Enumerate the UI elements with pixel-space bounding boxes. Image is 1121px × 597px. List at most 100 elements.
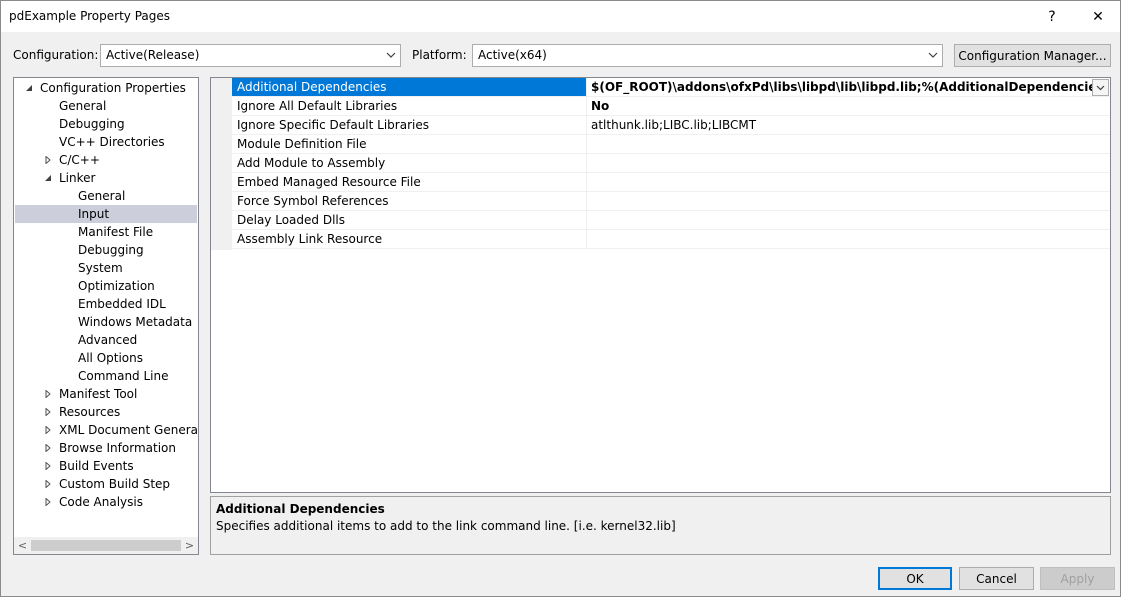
collapsed-arrow-icon[interactable]: [44, 480, 52, 488]
cancel-button[interactable]: Cancel: [959, 567, 1034, 590]
tree-item[interactable]: Linker: [15, 169, 197, 187]
configuration-value: Active(Release): [106, 48, 200, 62]
chevron-down-icon: [928, 52, 938, 58]
property-row[interactable]: Embed Managed Resource File: [232, 173, 1110, 192]
tree-item[interactable]: Browse Information: [15, 439, 197, 457]
tree-item-label: Optimization: [78, 279, 155, 293]
tree-item[interactable]: Input: [15, 205, 197, 223]
close-button[interactable]: ✕: [1075, 1, 1121, 32]
tree-item[interactable]: Debugging: [15, 115, 197, 133]
close-icon: ✕: [1092, 8, 1104, 25]
property-row[interactable]: Ignore All Default Libraries No: [232, 97, 1110, 116]
tree-item[interactable]: Manifest Tool: [15, 385, 197, 403]
collapsed-arrow-icon[interactable]: [44, 498, 52, 506]
grid-gutter: [211, 78, 232, 250]
collapsed-arrow-icon[interactable]: [44, 156, 52, 164]
property-row[interactable]: Module Definition File: [232, 135, 1110, 154]
tree-item[interactable]: System: [15, 259, 197, 277]
chevron-down-icon: [1096, 85, 1105, 91]
property-name: Module Definition File: [232, 135, 587, 153]
property-row[interactable]: Delay Loaded Dlls: [232, 211, 1110, 230]
tree-item-label: Configuration Properties: [40, 81, 186, 95]
property-name: Assembly Link Resource: [232, 230, 587, 248]
platform-value: Active(x64): [478, 48, 547, 62]
property-row[interactable]: Assembly Link Resource: [232, 230, 1110, 249]
property-pages-dialog: pdExample Property Pages ? ✕ Configurati…: [0, 0, 1121, 597]
property-name: Additional Dependencies: [232, 78, 587, 96]
description-title: Additional Dependencies: [216, 502, 385, 516]
tree-item-label: Browse Information: [59, 441, 176, 455]
collapsed-arrow-icon[interactable]: [44, 444, 52, 452]
configuration-label: Configuration:: [13, 48, 99, 62]
tree-item[interactable]: Command Line: [15, 367, 197, 385]
tree-item-label: Code Analysis: [59, 495, 143, 509]
property-row[interactable]: Add Module to Assembly: [232, 154, 1110, 173]
tree-item[interactable]: General: [15, 187, 197, 205]
tree-item-label: Custom Build Step: [59, 477, 171, 491]
tree-item-label: C/C++: [59, 153, 100, 167]
property-row[interactable]: Force Symbol References: [232, 192, 1110, 211]
title-bar[interactable]: pdExample Property Pages ? ✕: [1, 1, 1120, 32]
platform-label: Platform:: [412, 48, 467, 62]
tree-item[interactable]: All Options: [15, 349, 197, 367]
tree-item[interactable]: Advanced: [15, 331, 197, 349]
expanded-arrow-icon[interactable]: [25, 84, 33, 92]
tree-item-label: Resources: [59, 405, 121, 419]
scroll-left-icon[interactable]: <: [14, 539, 31, 552]
configuration-combo[interactable]: Active(Release): [100, 44, 401, 67]
window-title: pdExample Property Pages: [9, 9, 171, 23]
tree-item[interactable]: VC++ Directories: [15, 133, 197, 151]
tree-item[interactable]: Manifest File: [15, 223, 197, 241]
tree-item[interactable]: Custom Build Step: [15, 475, 197, 493]
tree-item[interactable]: Embedded IDL: [15, 295, 197, 313]
property-value[interactable]: No: [587, 97, 1110, 115]
tree-item-label: General: [59, 99, 107, 113]
collapsed-arrow-icon[interactable]: [44, 408, 52, 416]
category-tree: Configuration Properties General Debugging…: [13, 77, 199, 555]
tree-item[interactable]: Debugging: [15, 241, 197, 259]
tree-item-label: System: [78, 261, 123, 275]
property-value[interactable]: atlthunk.lib;LIBC.lib;LIBCMT: [587, 116, 1110, 134]
property-value[interactable]: [587, 192, 1110, 210]
tree-item-label: Input: [78, 207, 110, 221]
tree-item[interactable]: Code Analysis: [15, 493, 197, 511]
tree-horizontal-scrollbar[interactable]: < >: [14, 537, 198, 554]
property-value[interactable]: [587, 135, 1110, 153]
configuration-manager-button[interactable]: Configuration Manager...: [954, 44, 1111, 67]
chevron-down-icon: [386, 52, 396, 58]
collapsed-arrow-icon[interactable]: [44, 426, 52, 434]
help-button[interactable]: ?: [1029, 1, 1075, 32]
property-value[interactable]: [587, 173, 1110, 191]
tree-item-label: Embedded IDL: [78, 297, 166, 311]
tree-item[interactable]: Configuration Properties: [15, 79, 197, 97]
collapsed-arrow-icon[interactable]: [44, 462, 52, 470]
collapsed-arrow-icon[interactable]: [44, 390, 52, 398]
property-value[interactable]: [587, 154, 1110, 172]
apply-button[interactable]: Apply: [1040, 567, 1115, 590]
platform-combo[interactable]: Active(x64): [472, 44, 943, 67]
scroll-right-icon[interactable]: >: [181, 539, 198, 552]
help-icon: ?: [1048, 8, 1056, 25]
property-row[interactable]: Additional Dependencies $(OF_ROOT)\addons…: [232, 78, 1110, 97]
tree-item[interactable]: Resources: [15, 403, 197, 421]
scrollbar-thumb[interactable]: [31, 540, 181, 551]
tree-item-label: Advanced: [78, 333, 138, 347]
tree-item[interactable]: C/C++: [15, 151, 197, 169]
tree-item-label: Build Events: [59, 459, 134, 473]
tree-item-label: Linker: [59, 171, 96, 185]
tree-item-label: All Options: [78, 351, 143, 365]
tree-item[interactable]: XML Document Generator: [15, 421, 199, 439]
property-value[interactable]: [587, 211, 1110, 229]
tree-item-label: XML Document Generator: [59, 423, 199, 437]
property-grid: Additional Dependencies $(OF_ROOT)\addons…: [210, 77, 1111, 493]
tree-item[interactable]: Windows Metadata: [15, 313, 197, 331]
property-value[interactable]: [587, 230, 1110, 248]
tree-item[interactable]: General: [15, 97, 197, 115]
property-value[interactable]: $(OF_ROOT)\addons\ofxPd\libs\libpd\lib\l…: [587, 78, 1110, 96]
expanded-arrow-icon[interactable]: [44, 174, 52, 182]
value-dropdown-button[interactable]: [1092, 79, 1109, 96]
tree-item[interactable]: Optimization: [15, 277, 197, 295]
tree-item[interactable]: Build Events: [15, 457, 197, 475]
property-row[interactable]: Ignore Specific Default Libraries atlthun…: [232, 116, 1110, 135]
ok-button[interactable]: OK: [878, 567, 952, 590]
